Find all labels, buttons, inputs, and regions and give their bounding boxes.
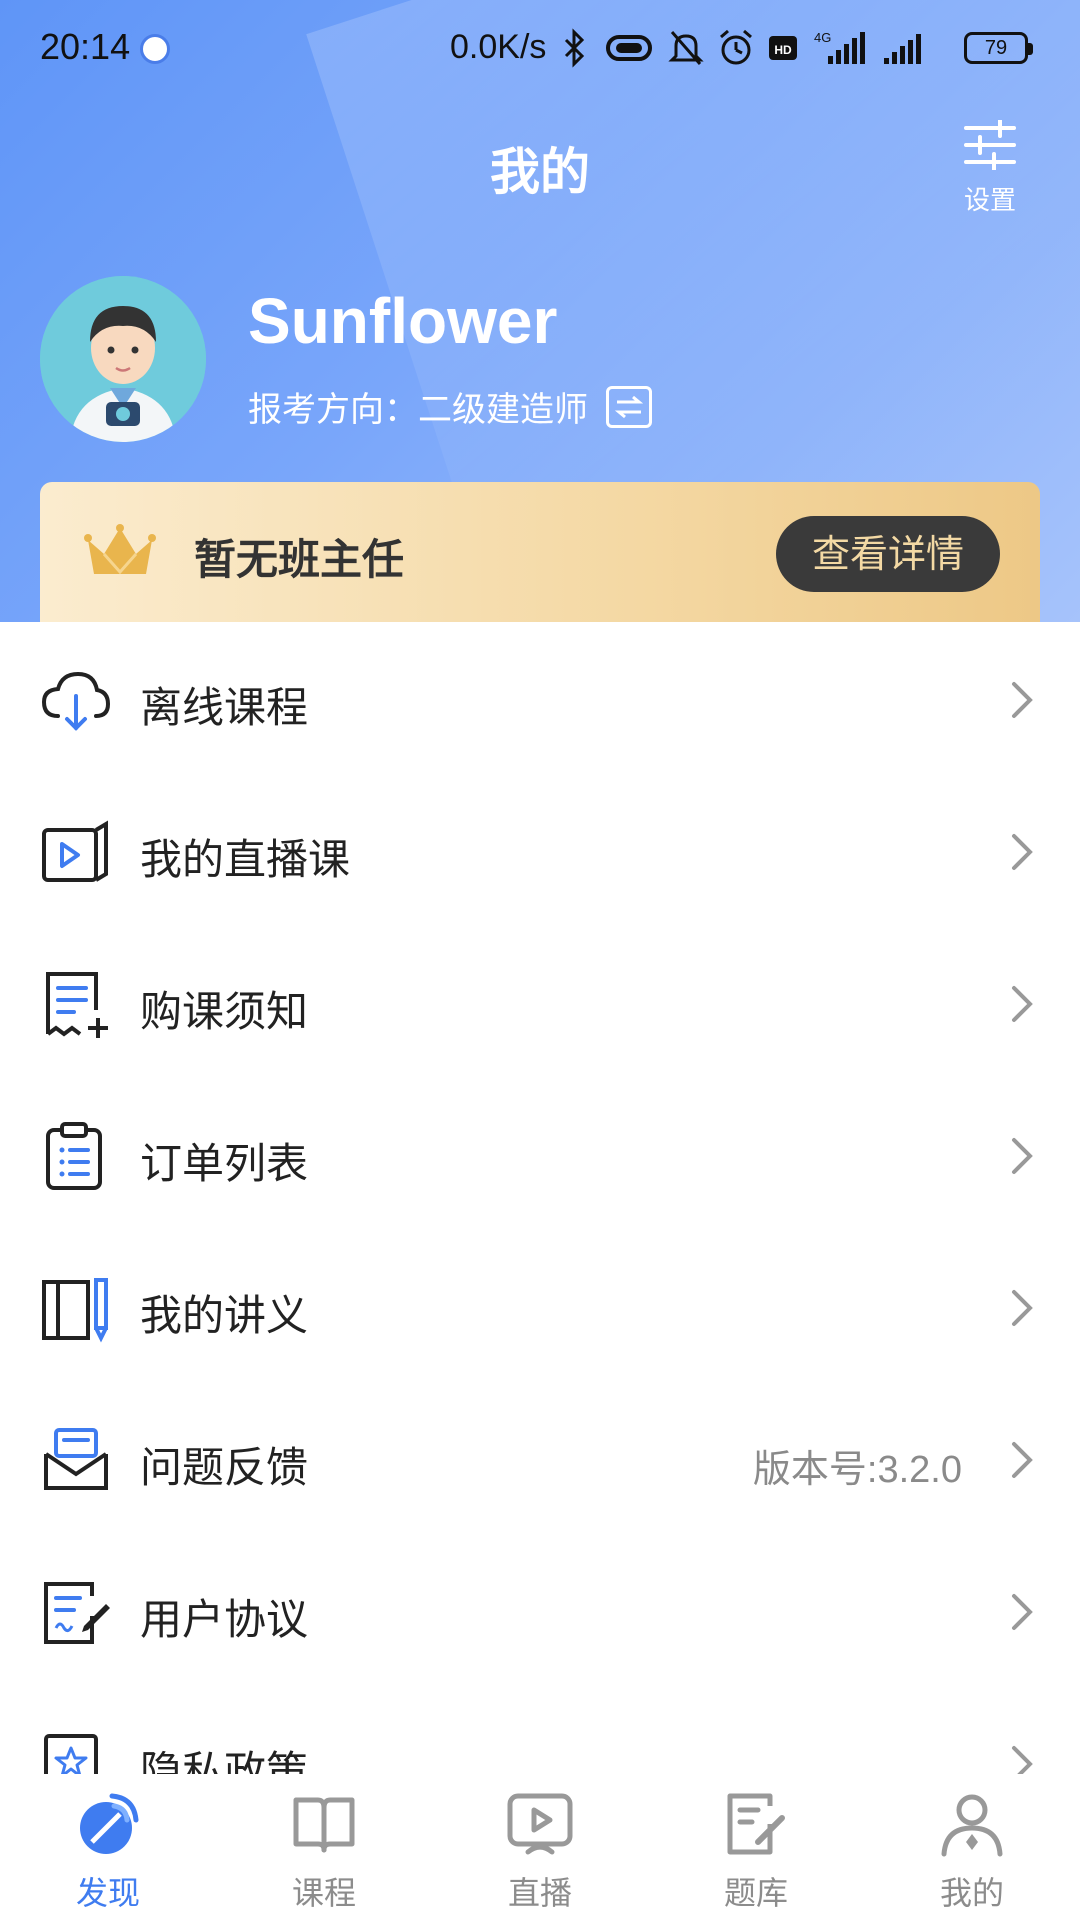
mute-bell-icon xyxy=(668,31,704,65)
chevron-right-icon xyxy=(1012,1138,1033,1174)
menu-item-feedback[interactable]: 问题反馈 版本号:3.2.0 xyxy=(0,1382,1080,1534)
nav-label: 直播 xyxy=(507,1874,572,1912)
status-time: 20:14 xyxy=(40,26,131,67)
avatar[interactable] xyxy=(40,276,206,442)
live-icon xyxy=(507,1793,573,1855)
app-notification-icon xyxy=(140,34,170,64)
signal-icon xyxy=(884,34,921,64)
4g-signal-icon: 4G xyxy=(814,30,865,64)
nav-mine[interactable]: 我的 xyxy=(864,1774,1080,1920)
menu-label: 离线课程 xyxy=(140,683,309,732)
menu-label: 问题反馈 xyxy=(140,1443,309,1492)
menu-item-my-handouts[interactable]: 我的讲义 xyxy=(0,1230,1080,1382)
avatar-illustration xyxy=(40,276,206,442)
nav-label: 题库 xyxy=(723,1874,788,1912)
menu-label: 订单列表 xyxy=(140,1139,309,1188)
menu-label: 用户协议 xyxy=(140,1595,309,1644)
nav-live[interactable]: 直播 xyxy=(432,1774,648,1920)
menu-item-order-list[interactable]: 订单列表 xyxy=(0,1078,1080,1230)
username: Sunflower xyxy=(248,285,558,357)
crown-icon xyxy=(84,524,156,575)
settings-sliders-icon xyxy=(964,118,1016,172)
book-icon xyxy=(293,1797,355,1853)
chevron-right-icon xyxy=(1012,1442,1033,1478)
chevron-right-icon xyxy=(1012,834,1033,870)
svg-text:4G: 4G xyxy=(814,30,831,45)
alarm-icon xyxy=(720,29,752,65)
privacy-star-icon xyxy=(44,1734,98,1774)
profile-icon xyxy=(941,1794,1003,1857)
head-teacher-text: 暂无班主任 xyxy=(194,535,405,584)
menu-list: 离线课程 我的直播课 购课须知 订单列表 我的讲义 问题反馈 版本号:3.2.0… xyxy=(0,622,1080,1774)
menu-item-purchase-notice[interactable]: 购课须知 xyxy=(0,926,1080,1078)
nav-label: 我的 xyxy=(939,1874,1004,1912)
nav-discover[interactable]: 发现 xyxy=(0,1774,216,1920)
menu-item-privacy-policy[interactable]: 隐私政策 xyxy=(0,1686,1080,1774)
menu-label: 我的直播课 xyxy=(140,835,351,884)
handout-icon xyxy=(42,1278,108,1343)
feedback-mail-icon xyxy=(44,1428,108,1490)
status-icons: HD 4G xyxy=(560,24,928,72)
live-class-icon xyxy=(42,820,108,882)
settings-label: 设置 xyxy=(963,186,1016,216)
battery-indicator: 79 xyxy=(964,32,1033,64)
question-bank-icon xyxy=(727,1793,785,1855)
cloud-download-icon xyxy=(41,671,111,731)
view-details-button[interactable]: 查看详情 xyxy=(776,516,1000,592)
svg-text:HD: HD xyxy=(774,43,792,57)
menu-label: 我的讲义 xyxy=(140,1291,309,1340)
bluetooth-icon xyxy=(564,28,585,68)
menu-item-my-live-classes[interactable]: 我的直播课 xyxy=(0,774,1080,926)
chevron-right-icon xyxy=(1012,986,1033,1022)
nav-question-bank[interactable]: 题库 xyxy=(648,1774,864,1920)
bottom-nav: 发现 课程 直播 题库 我的 xyxy=(0,1774,1080,1920)
chevron-right-icon xyxy=(1012,1746,1033,1774)
settings-button[interactable]: 设置 xyxy=(950,118,1030,220)
switch-icon[interactable] xyxy=(606,385,652,428)
chevron-right-icon xyxy=(1012,1594,1033,1630)
discover-icon xyxy=(80,1793,139,1854)
page-title: 我的 xyxy=(490,143,590,201)
vibrate-icon xyxy=(606,35,652,61)
exam-direction[interactable]: 报考方向：二级建造师 xyxy=(248,382,652,431)
hd-icon: HD xyxy=(769,36,797,60)
menu-item-user-agreement[interactable]: 用户协议 xyxy=(0,1534,1080,1686)
exam-direction-text: 报考方向：二级建造师 xyxy=(248,390,588,430)
menu-label: 隐私政策 xyxy=(140,1747,309,1774)
order-list-icon xyxy=(46,1122,102,1190)
version-number: 版本号:3.2.0 xyxy=(752,1449,962,1491)
agreement-icon xyxy=(44,1582,110,1644)
nav-label: 课程 xyxy=(291,1874,356,1912)
menu-label: 购课须知 xyxy=(140,987,309,1036)
head-teacher-card: 暂无班主任 查看详情 xyxy=(40,482,1040,622)
menu-item-offline-courses[interactable]: 离线课程 xyxy=(0,622,1080,774)
chevron-right-icon xyxy=(1012,682,1033,718)
status-bar: 20:14 0.0K/s HD 4G 79 xyxy=(0,0,1080,96)
nav-label: 发现 xyxy=(75,1874,140,1912)
nav-courses[interactable]: 课程 xyxy=(216,1774,432,1920)
notice-doc-icon xyxy=(46,972,108,1038)
network-speed: 0.0K/s xyxy=(450,28,547,66)
chevron-right-icon xyxy=(1012,1290,1033,1326)
profile-header: 20:14 0.0K/s HD 4G 79 我的 设置 Sunflower 报考… xyxy=(0,0,1080,622)
